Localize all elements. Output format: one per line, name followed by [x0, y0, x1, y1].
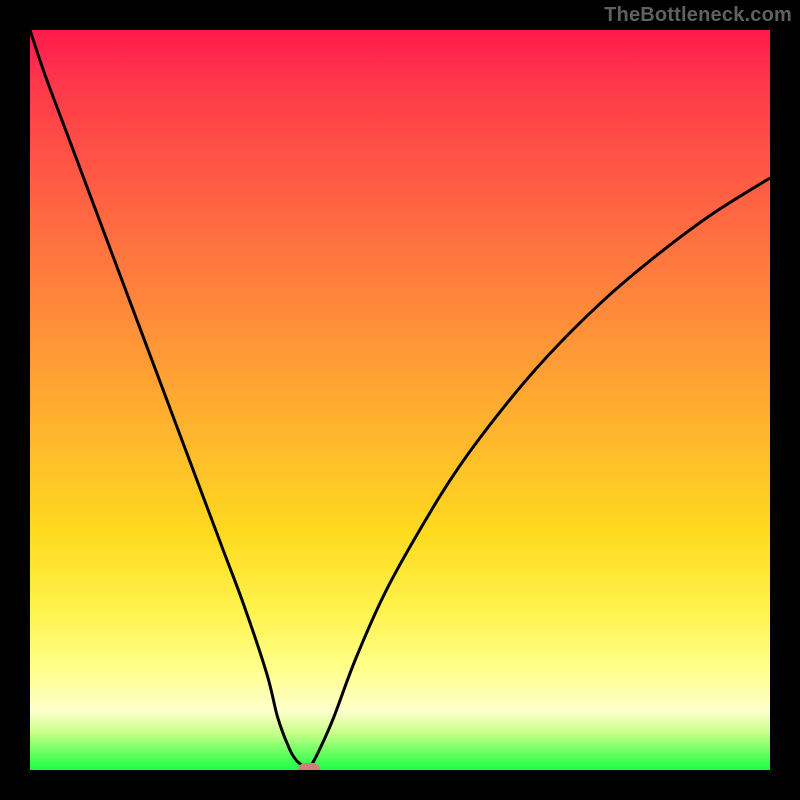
curve-path	[30, 30, 770, 770]
plot-area	[30, 30, 770, 770]
chart-frame: TheBottleneck.com	[0, 0, 800, 800]
bottleneck-curve	[30, 30, 770, 770]
optimum-marker	[298, 763, 320, 770]
watermark-text: TheBottleneck.com	[604, 4, 792, 27]
